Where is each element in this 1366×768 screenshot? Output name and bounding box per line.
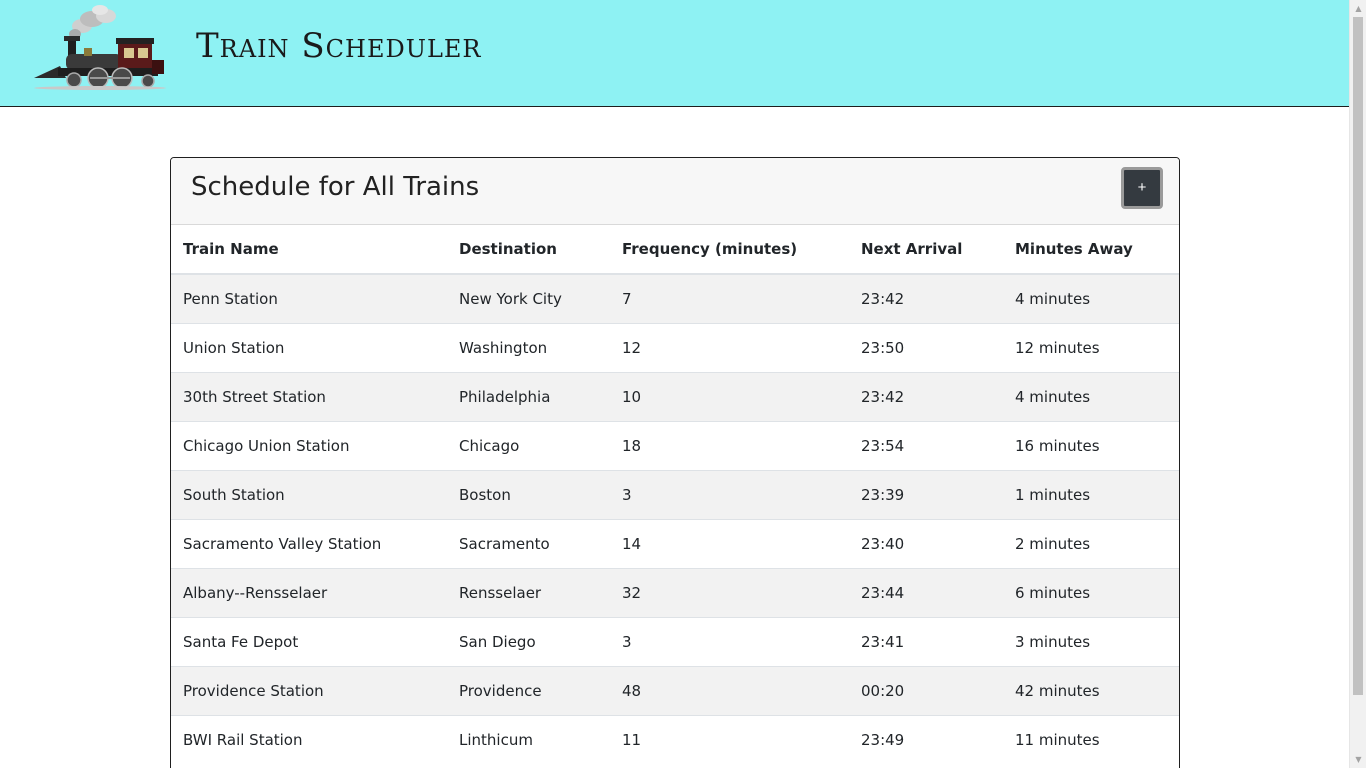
minutes-away-cell: 42 minutes <box>1003 666 1179 716</box>
frequency-cell: 12 <box>610 323 849 373</box>
table-row: Union Station Washington 12 23:50 12 min… <box>171 323 1179 373</box>
frequency-cell: 14 <box>610 519 849 569</box>
destination-cell: Washington <box>447 323 610 373</box>
column-header-next-arrival: Next Arrival <box>849 225 1003 275</box>
table-row: Penn Station New York City 7 23:42 4 min… <box>171 273 1179 324</box>
table-row: Sacramento Valley Station Sacramento 14 … <box>171 519 1179 569</box>
scroll-down-arrow-icon[interactable]: ▼ <box>1350 751 1366 768</box>
frequency-cell: 48 <box>610 666 849 716</box>
scroll-up-arrow-icon[interactable]: ▲ <box>1350 0 1366 17</box>
train-name-cell: Chicago Union Station <box>171 421 447 471</box>
train-name-cell: Union Station <box>171 323 447 373</box>
schedule-table-body: Penn Station New York City 7 23:42 4 min… <box>171 273 1179 764</box>
frequency-cell: 3 <box>610 470 849 520</box>
destination-cell: San Diego <box>447 617 610 667</box>
next-arrival-cell: 23:39 <box>849 470 1003 520</box>
destination-cell: Rensselaer <box>447 568 610 618</box>
destination-cell: Sacramento <box>447 519 610 569</box>
destination-cell: Providence <box>447 666 610 716</box>
minutes-away-cell: 1 minutes <box>1003 470 1179 520</box>
minutes-away-cell: 12 minutes <box>1003 323 1179 373</box>
table-row: Santa Fe Depot San Diego 3 23:41 3 minut… <box>171 617 1179 667</box>
site-title-text: Train Scheduler <box>196 26 482 66</box>
frequency-cell: 32 <box>610 568 849 618</box>
train-name-cell: Penn Station <box>171 273 447 324</box>
train-name-cell: South Station <box>171 470 447 520</box>
scrollbar-thumb[interactable] <box>1353 17 1363 695</box>
vertical-scrollbar[interactable]: ▲ ▼ <box>1349 0 1366 768</box>
next-arrival-cell: 23:41 <box>849 617 1003 667</box>
next-arrival-cell: 23:42 <box>849 372 1003 422</box>
minutes-away-cell: 2 minutes <box>1003 519 1179 569</box>
schedule-card: Schedule for All Trains + Train Name Des… <box>170 157 1180 768</box>
minutes-away-cell: 3 minutes <box>1003 617 1179 667</box>
table-row: 30th Street Station Philadelphia 10 23:4… <box>171 372 1179 422</box>
next-arrival-cell: 23:54 <box>849 421 1003 471</box>
frequency-cell: 18 <box>610 421 849 471</box>
next-arrival-cell: 23:44 <box>849 568 1003 618</box>
column-header-train-name: Train Name <box>171 225 447 275</box>
header-row: Train Name Destination Frequency (minute… <box>171 225 1179 275</box>
table-row: Chicago Union Station Chicago 18 23:54 1… <box>171 421 1179 471</box>
column-header-destination: Destination <box>447 225 610 275</box>
table-row: South Station Boston 3 23:39 1 minutes <box>171 470 1179 520</box>
schedule-card-header: Schedule for All Trains + <box>171 158 1179 225</box>
destination-cell: Philadelphia <box>447 372 610 422</box>
schedule-title: Schedule for All Trains <box>191 172 480 202</box>
minutes-away-cell: 4 minutes <box>1003 372 1179 422</box>
next-arrival-cell: 23:50 <box>849 323 1003 373</box>
train-name-cell: Providence Station <box>171 666 447 716</box>
next-arrival-cell: 23:40 <box>849 519 1003 569</box>
train-name-cell: Albany--Rensselaer <box>171 568 447 618</box>
minutes-away-cell: 6 minutes <box>1003 568 1179 618</box>
table-row: BWI Rail Station Linthicum 11 23:49 11 m… <box>171 715 1179 764</box>
destination-cell: Linthicum <box>447 715 610 764</box>
table-row: Providence Station Providence 48 00:20 4… <box>171 666 1179 716</box>
minutes-away-cell: 16 minutes <box>1003 421 1179 471</box>
column-header-minutes-away: Minutes Away <box>1003 225 1179 275</box>
add-train-button[interactable]: + <box>1121 167 1163 209</box>
destination-cell: New York City <box>447 273 610 324</box>
minutes-away-cell: 11 minutes <box>1003 715 1179 764</box>
page: Train Scheduler Schedule for All Trains … <box>0 0 1349 768</box>
site-title: Train Scheduler <box>196 26 481 66</box>
column-header-frequency: Frequency (minutes) <box>610 225 849 275</box>
frequency-cell: 11 <box>610 715 849 764</box>
site-header: Train Scheduler <box>0 0 1349 107</box>
train-name-cell: Santa Fe Depot <box>171 617 447 667</box>
minutes-away-cell: 4 minutes <box>1003 273 1179 324</box>
frequency-cell: 3 <box>610 617 849 667</box>
next-arrival-cell: 23:42 <box>849 273 1003 324</box>
destination-cell: Chicago <box>447 421 610 471</box>
schedule-table: Train Name Destination Frequency (minute… <box>171 225 1179 764</box>
train-name-cell: 30th Street Station <box>171 372 447 422</box>
train-name-cell: Sacramento Valley Station <box>171 519 447 569</box>
schedule-table-head: Train Name Destination Frequency (minute… <box>171 225 1179 275</box>
table-row: Albany--Rensselaer Rensselaer 32 23:44 6… <box>171 568 1179 618</box>
steam-locomotive-icon <box>34 5 166 90</box>
next-arrival-cell: 00:20 <box>849 666 1003 716</box>
frequency-cell: 10 <box>610 372 849 422</box>
frequency-cell: 7 <box>610 273 849 324</box>
next-arrival-cell: 23:49 <box>849 715 1003 764</box>
train-name-cell: BWI Rail Station <box>171 715 447 764</box>
destination-cell: Boston <box>447 470 610 520</box>
